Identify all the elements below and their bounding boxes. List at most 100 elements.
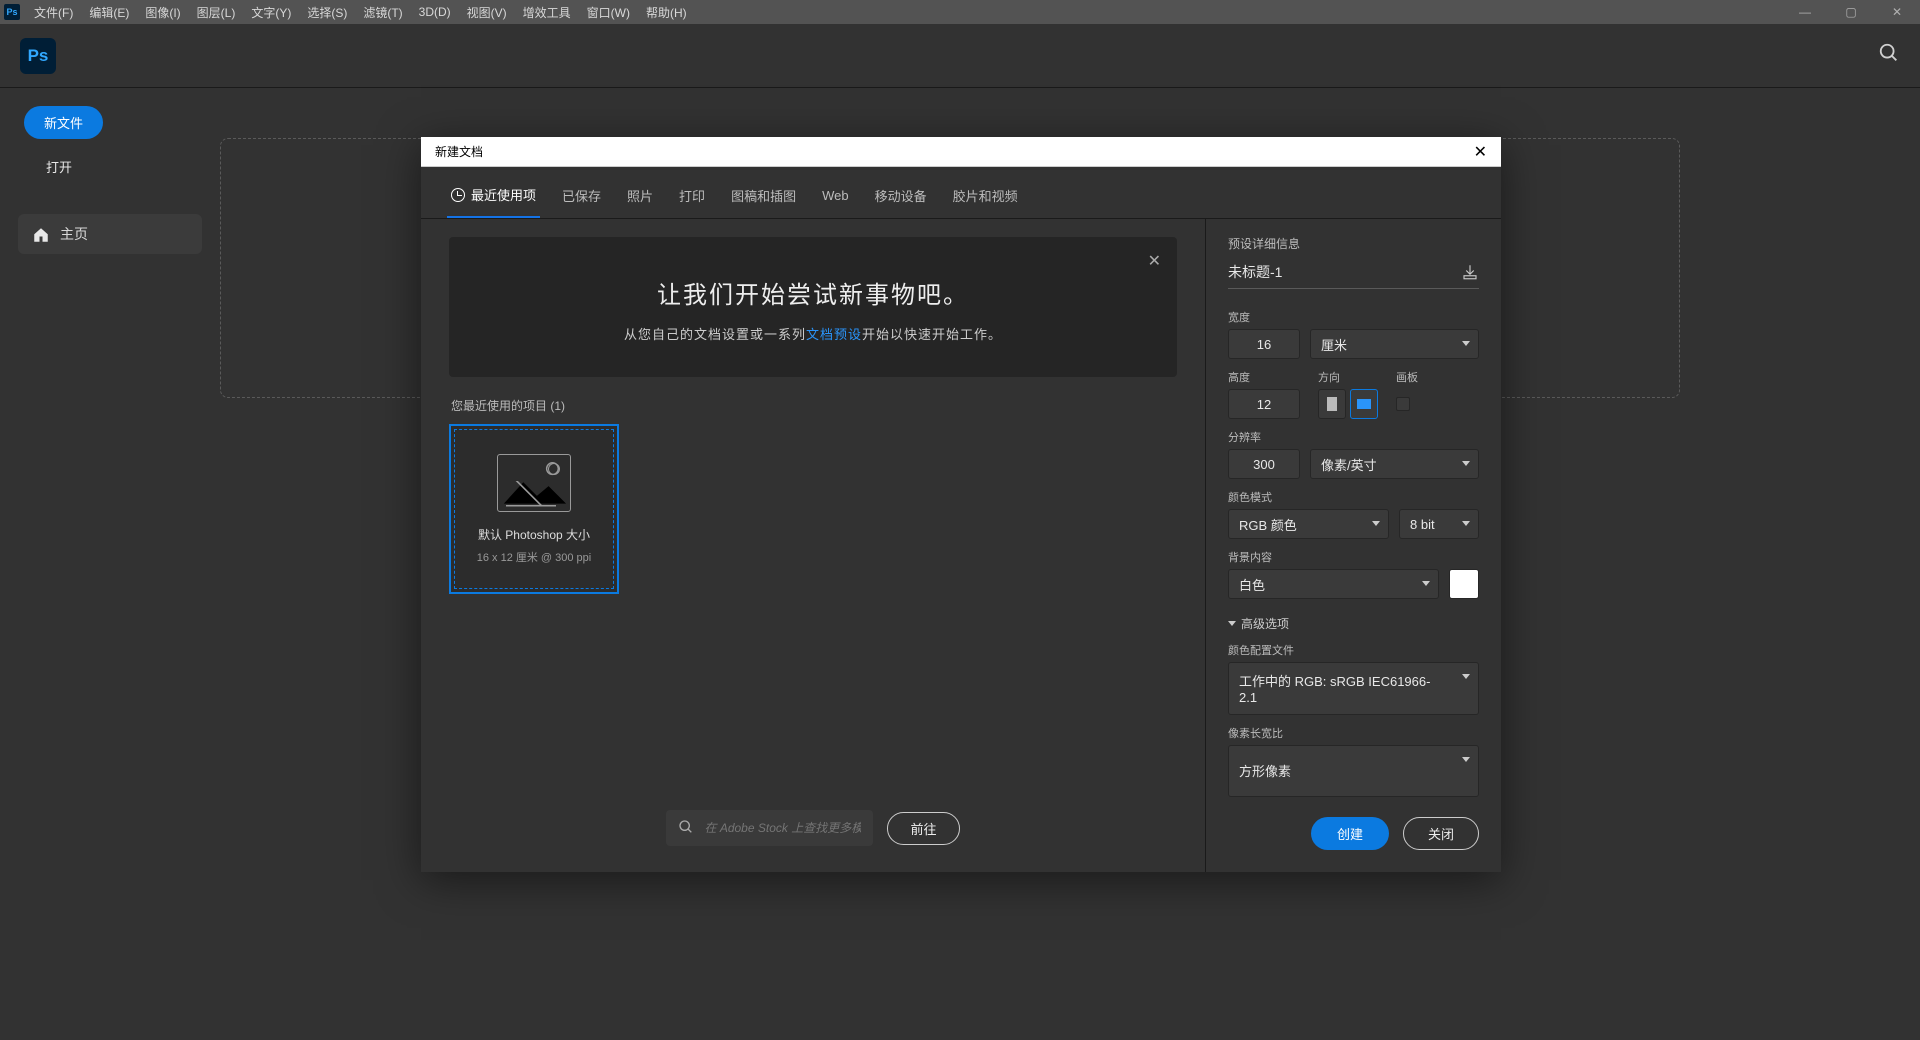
menu-filter[interactable]: 滤镜(T) [355,4,410,21]
tab-saved[interactable]: 已保存 [558,177,605,218]
doc-presets-link[interactable]: 文档预设 [806,327,862,342]
advanced-options-toggle[interactable]: 高级选项 [1228,615,1479,632]
artboard-checkbox[interactable] [1396,397,1410,411]
preset-name: 默认 Photoshop 大小 [478,526,590,543]
color-profile-label: 颜色配置文件 [1228,642,1479,658]
tab-print[interactable]: 打印 [675,177,709,218]
adv-label: 高级选项 [1241,615,1289,632]
stock-search-row: 前往 [449,796,1177,854]
banner-heading: 让我们开始尝试新事物吧。 [479,275,1147,310]
chevron-down-icon [1372,521,1380,526]
home-sidebar: 新文件 打开 主页 [0,88,220,1040]
window-minimize-button[interactable]: — [1782,0,1828,24]
height-input[interactable] [1228,389,1300,419]
menu-file[interactable]: 文件(F) [26,4,81,21]
width-input[interactable] [1228,329,1300,359]
orientation-label: 方向 [1318,369,1378,385]
tab-film[interactable]: 胶片和视频 [949,177,1022,218]
new-file-button[interactable]: 新文件 [24,106,103,139]
background-color-swatch[interactable] [1449,569,1479,599]
dialog-right-panel: 预设详细信息 宽度 厘米 高度 方向 [1205,219,1501,872]
chevron-down-icon [1462,521,1470,526]
artboard-label: 画板 [1396,369,1418,385]
chevron-down-icon [1228,621,1236,626]
chevron-down-icon [1462,461,1470,466]
dialog-titlebar: 新建文档 ✕ [421,137,1501,167]
menu-image[interactable]: 图像(I) [137,4,188,21]
ps-tiny-icon: Ps [4,4,20,20]
color-profile-select[interactable]: 工作中的 RGB: sRGB IEC61966-2.1 [1228,662,1479,715]
chevron-down-icon [1462,341,1470,346]
menu-select[interactable]: 选择(S) [299,4,355,21]
search-icon[interactable] [1878,42,1900,70]
menu-plugins[interactable]: 增效工具 [515,4,579,21]
home-icon [32,226,50,242]
document-name-input[interactable] [1228,260,1455,284]
menu-3d[interactable]: 3D(D) [411,5,459,19]
background-label: 背景内容 [1228,549,1479,565]
window-maximize-button[interactable]: ▢ [1828,0,1874,24]
stock-go-button[interactable]: 前往 [887,812,959,845]
tab-art[interactable]: 图稿和插图 [727,177,800,218]
dialog-close-icon[interactable]: ✕ [1474,142,1487,162]
pixel-aspect-label: 像素长宽比 [1228,725,1479,741]
app-header: Ps [0,24,1920,88]
dialog-tabs: 最近使用项 已保存 照片 打印 图稿和插图 Web 移动设备 胶片和视频 [421,167,1501,219]
select-value: RGB 颜色 [1239,515,1297,534]
pixel-aspect-select[interactable]: 方形像素 [1228,745,1479,798]
tab-web[interactable]: Web [818,177,853,218]
close-button[interactable]: 关闭 [1403,817,1479,850]
chevron-down-icon [1422,581,1430,586]
tab-mobile[interactable]: 移动设备 [871,177,931,218]
tab-photo[interactable]: 照片 [623,177,657,218]
select-value: 8 bit [1410,517,1435,532]
open-button[interactable]: 打开 [26,151,92,182]
resolution-unit-select[interactable]: 像素/英寸 [1310,449,1479,479]
width-label: 宽度 [1228,309,1479,325]
select-value: 像素/英寸 [1321,455,1377,474]
window-close-button[interactable]: ✕ [1874,0,1920,24]
recent-label: 您最近使用的项目 (1) [451,397,1177,414]
tab-label: 最近使用项 [471,185,536,204]
preset-card-default[interactable]: 默认 Photoshop 大小 16 x 12 厘米 @ 300 ppi [449,424,619,594]
select-value: 厘米 [1321,335,1347,354]
image-placeholder-icon [497,454,571,512]
banner-close-icon[interactable]: ✕ [1148,251,1161,271]
banner-t1: 从您自己的文档设置或一系列 [624,327,806,342]
clock-icon [451,188,465,202]
color-mode-select[interactable]: RGB 颜色 [1228,509,1389,539]
menu-view[interactable]: 视图(V) [459,4,515,21]
width-unit-select[interactable]: 厘米 [1310,329,1479,359]
resolution-label: 分辨率 [1228,429,1479,445]
welcome-banner: ✕ 让我们开始尝试新事物吧。 从您自己的文档设置或一系列文档预设开始以快速开始工… [449,237,1177,377]
menu-window[interactable]: 窗口(W) [579,4,638,21]
chevron-down-icon [1462,757,1470,762]
search-icon [678,819,694,840]
resolution-input[interactable] [1228,449,1300,479]
sidebar-item-label: 主页 [60,224,88,244]
ps-logo-icon: Ps [20,38,56,74]
orientation-portrait-button[interactable] [1318,389,1346,419]
sidebar-item-home[interactable]: 主页 [18,214,202,254]
color-depth-select[interactable]: 8 bit [1399,509,1479,539]
menu-layer[interactable]: 图层(L) [189,4,244,21]
create-button[interactable]: 创建 [1311,817,1389,850]
height-label: 高度 [1228,369,1300,385]
new-document-dialog: 新建文档 ✕ 最近使用项 已保存 照片 打印 图稿和插图 Web 移动设备 胶片… [421,137,1501,872]
color-mode-label: 颜色模式 [1228,489,1479,505]
system-menubar: Ps 文件(F) 编辑(E) 图像(I) 图层(L) 文字(Y) 选择(S) 滤… [0,0,1920,24]
select-value: 工作中的 RGB: sRGB IEC61966-2.1 [1239,671,1448,705]
banner-t2: 开始以快速开始工作。 [862,327,1002,342]
menu-type[interactable]: 文字(Y) [243,4,299,21]
tab-recent[interactable]: 最近使用项 [447,177,540,218]
menu-help[interactable]: 帮助(H) [638,4,695,21]
select-value: 白色 [1239,575,1265,594]
stock-search-input[interactable] [666,810,873,846]
dialog-title: 新建文档 [435,143,483,160]
background-select[interactable]: 白色 [1228,569,1439,599]
preset-dimensions: 16 x 12 厘米 @ 300 ppi [477,549,592,565]
save-preset-icon[interactable] [1461,263,1479,281]
banner-text: 从您自己的文档设置或一系列文档预设开始以快速开始工作。 [479,324,1147,343]
menu-edit[interactable]: 编辑(E) [81,4,137,21]
orientation-landscape-button[interactable] [1350,389,1378,419]
